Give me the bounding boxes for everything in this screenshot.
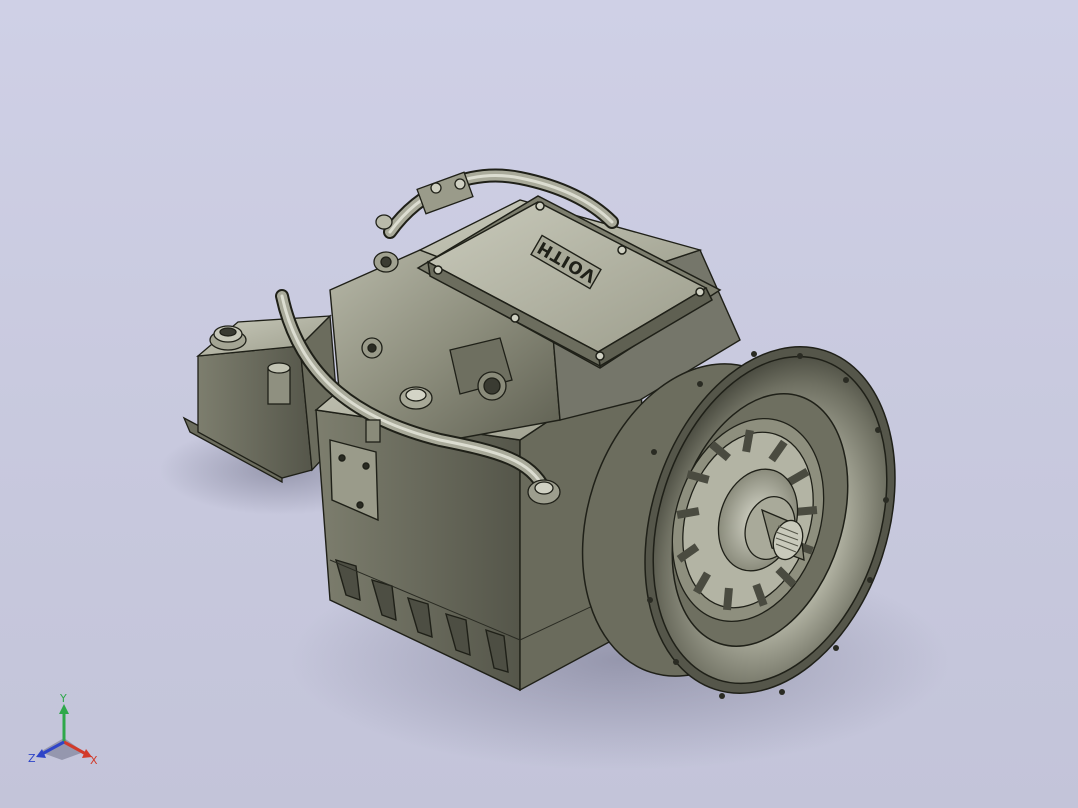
coordinate-triad: Y X Z <box>28 694 98 767</box>
z-axis-label: Z <box>28 752 36 765</box>
y-axis-arrow <box>59 704 69 714</box>
y-axis-label: Y <box>59 694 67 705</box>
cad-viewport[interactable]: VOITH Y X Z <box>0 0 1078 808</box>
transmission-model[interactable]: VOITH <box>0 0 1078 808</box>
x-axis-label: X <box>90 754 98 767</box>
